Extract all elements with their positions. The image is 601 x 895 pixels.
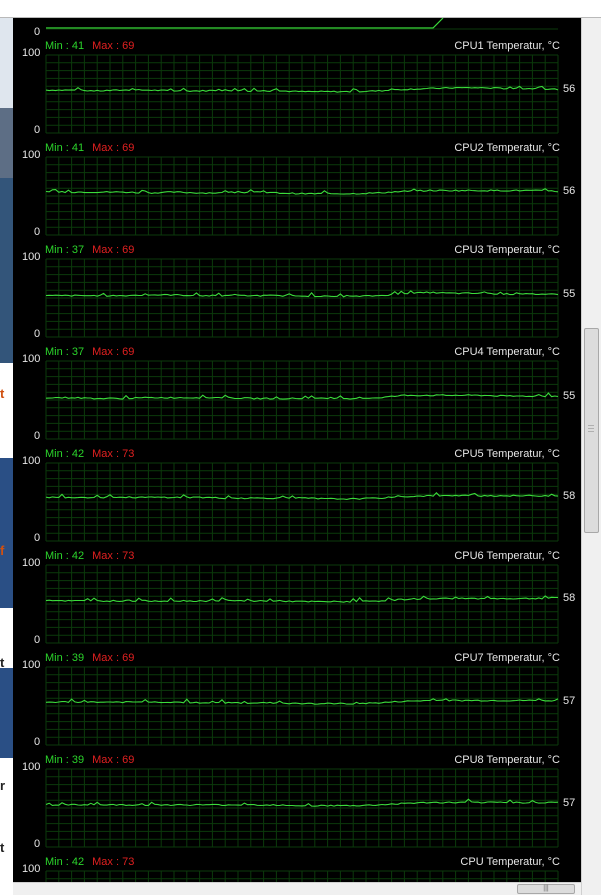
graph-y-max: 100: [22, 863, 41, 875]
graph-minmax: Min : 41 Max : 69: [45, 40, 134, 52]
graph-current-value: 55: [563, 288, 576, 300]
graph-title: CPU1 Temperatur, °C: [454, 40, 560, 52]
graph-y-min: 0: [34, 532, 41, 544]
graph-current-value: 55: [563, 390, 576, 402]
graph-y-min: 0: [34, 634, 41, 646]
bg-text-letter: t: [0, 655, 5, 670]
graph-max-label: Max : 69: [92, 40, 135, 52]
graph-title: CPU6 Temperatur, °C: [454, 550, 560, 562]
graph-title: CPU2 Temperatur, °C: [454, 142, 560, 154]
graph-minmax: Min : 42 Max : 73: [45, 856, 134, 868]
bg-text-letter: t: [0, 840, 5, 855]
graph-minmax: Min : 37 Max : 69: [45, 244, 134, 256]
bg-seg-image-photo: [0, 178, 13, 363]
horizontal-scrollbar[interactable]: |||: [13, 882, 581, 895]
graph-y-min: 0: [34, 736, 41, 748]
graph-min-label: Min : 39: [45, 754, 85, 766]
graph-min-label: Min : 39: [45, 652, 85, 664]
graph-current-value: 56: [563, 83, 576, 95]
graph-minmax: Min : 42 Max : 73: [45, 550, 134, 562]
monitoring-graphs-panel[interactable]: 0 Min : 41 Max : 69 CPU1 Temperatur, °C 100…: [13, 18, 581, 882]
graph-title: CPU3 Temperatur, °C: [454, 244, 560, 256]
graph-minmax: Min : 39 Max : 69: [45, 754, 134, 766]
graph-minmax: Min : 41 Max : 69: [45, 142, 134, 154]
bg-seg-blue: [0, 458, 13, 608]
graph-y-min: 0: [34, 430, 41, 442]
graph-min-label: Min : 41: [45, 142, 85, 154]
graph-min-label: Min : 42: [45, 856, 85, 868]
scroll-grip-icon: — — —: [588, 423, 594, 435]
graph-y-max: 100: [22, 455, 41, 467]
vertical-scroll-thumb[interactable]: — — —: [584, 328, 599, 533]
horizontal-scroll-thumb[interactable]: |||: [517, 884, 575, 894]
graph-max-label: Max : 73: [92, 448, 135, 460]
graph-max-label: Max : 69: [92, 142, 135, 154]
graph-y-min: 0: [34, 226, 41, 238]
graph-current-value: 57: [563, 797, 576, 809]
top-panel-trace: [46, 18, 444, 29]
graph-current-value: 56: [563, 185, 576, 197]
graph-current-value: 58: [563, 490, 576, 502]
bg-text-letter: f: [0, 543, 5, 558]
graph-y-min: 0: [34, 838, 41, 850]
graph-min-label: Min : 37: [45, 244, 85, 256]
graph-y-max: 100: [22, 659, 41, 671]
background-window-edge: t f t r t: [0, 18, 13, 895]
graph-title: CPU5 Temperatur, °C: [454, 448, 560, 460]
graph-y-min: 0: [34, 124, 41, 136]
graph-min-label: Min : 42: [45, 550, 85, 562]
graph-y-max: 100: [22, 353, 41, 365]
graph-title: CPU7 Temperatur, °C: [454, 652, 560, 664]
graph-min-label: Min : 37: [45, 346, 85, 358]
graph-y-min: 0: [34, 328, 41, 340]
graph-y-max: 100: [22, 251, 41, 263]
graph-y-max: 100: [22, 47, 41, 59]
graph-max-label: Max : 73: [92, 550, 135, 562]
graph-minmax: Min : 42 Max : 73: [45, 448, 134, 460]
graph-y-max: 100: [22, 149, 41, 161]
window-top-bar: [0, 0, 601, 18]
bg-seg-image-top: [0, 18, 13, 108]
bg-seg-blue2: [0, 668, 13, 758]
graph-min-label: Min : 42: [45, 448, 85, 460]
graph-current-value: 57: [563, 695, 576, 707]
graph-y-max: 100: [22, 761, 41, 773]
graph-title: CPU8 Temperatur, °C: [454, 754, 560, 766]
vertical-scrollbar[interactable]: — — —: [581, 18, 601, 895]
graph-max-label: Max : 69: [92, 754, 135, 766]
graph-max-label: Max : 69: [92, 346, 135, 358]
graph-current-value: 58: [563, 592, 576, 604]
graph-minmax: Min : 37 Max : 69: [45, 346, 134, 358]
graph-title: CPU4 Temperatur, °C: [454, 346, 560, 358]
graph-title: CPU Temperatur, °C: [460, 856, 560, 868]
bg-text-letter: r: [0, 778, 6, 793]
bg-seg-white: [0, 363, 13, 458]
bg-seg-image-mid: [0, 108, 13, 178]
graph-max-label: Max : 69: [92, 244, 135, 256]
graph-max-label: Max : 73: [92, 856, 135, 868]
graph-y-max: 100: [22, 557, 41, 569]
graph-min-label: Min : 41: [45, 40, 85, 52]
bg-text-letter: t: [0, 386, 5, 401]
graph-max-label: Max : 69: [92, 652, 135, 664]
graph-minmax: Min : 39 Max : 69: [45, 652, 134, 664]
